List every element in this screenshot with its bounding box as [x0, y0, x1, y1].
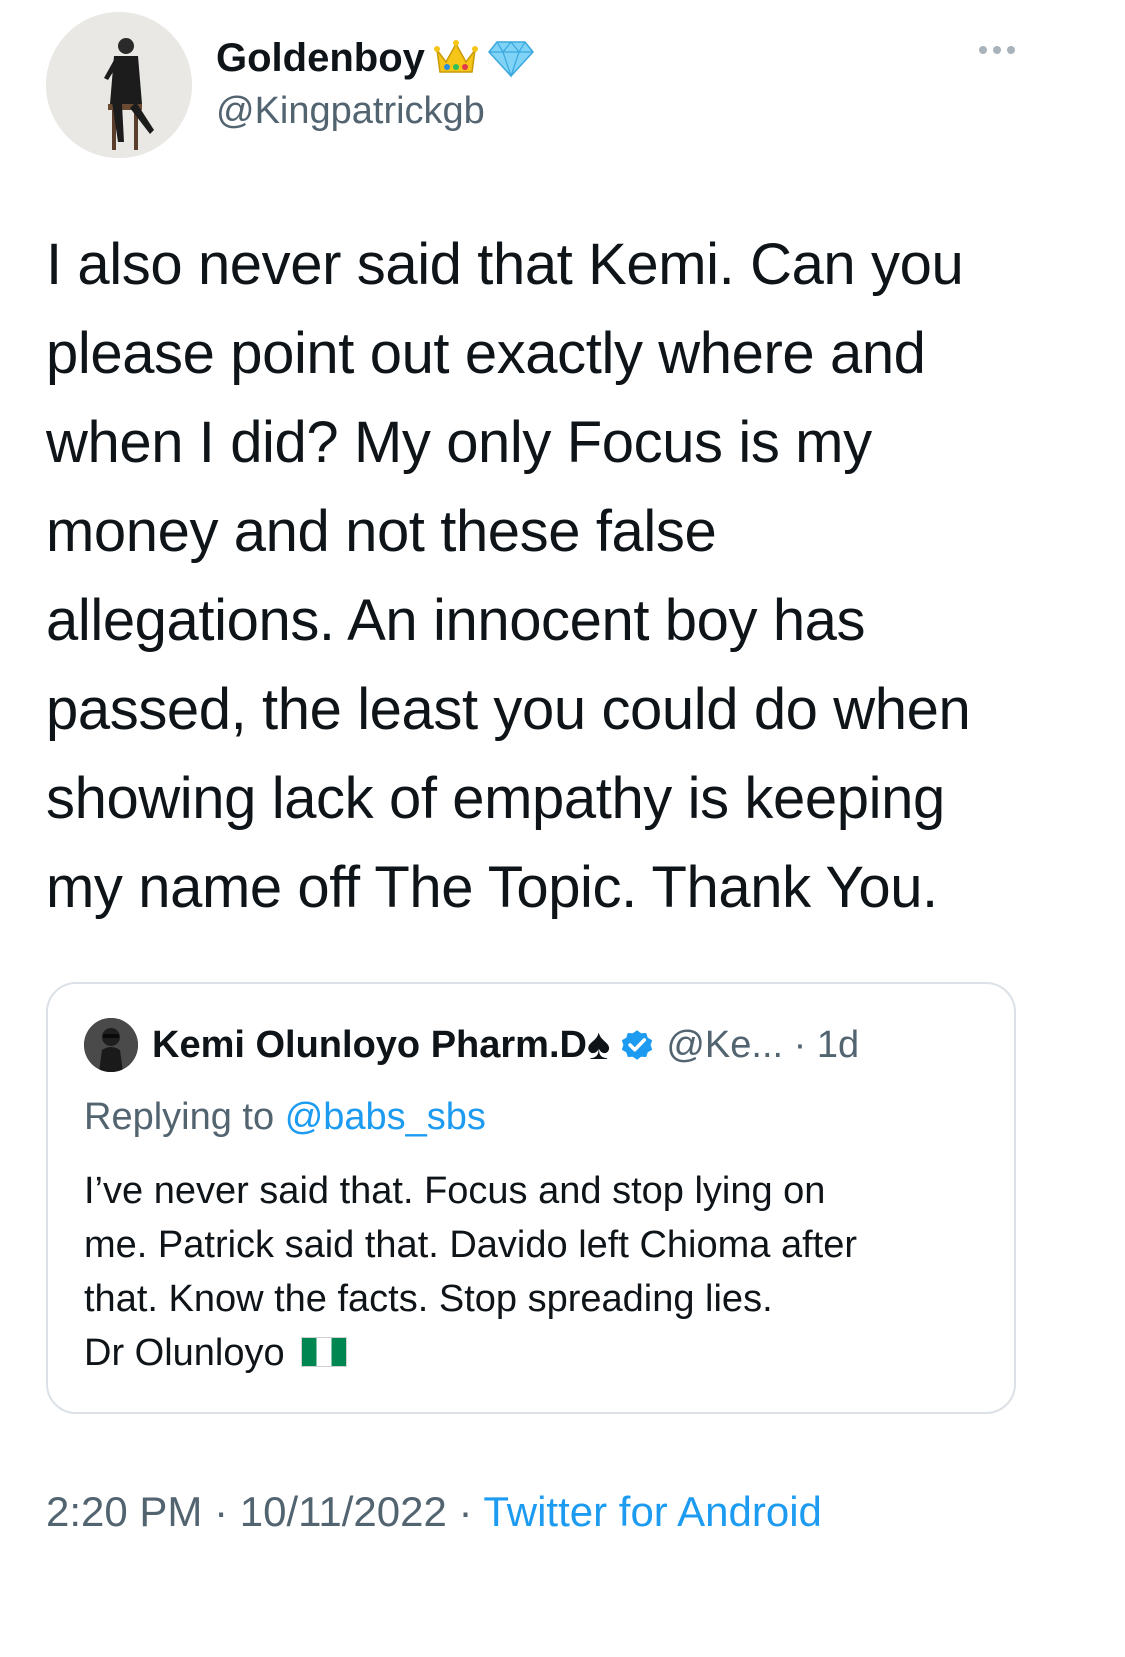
quoted-author-avatar[interactable]	[84, 1018, 138, 1072]
replying-to-handle-link[interactable]: @babs_sbs	[285, 1096, 486, 1138]
gem-icon	[487, 41, 534, 78]
tweet-date[interactable]: 10/11/2022	[240, 1488, 447, 1535]
tweet-source-link[interactable]: Twitter for Android	[483, 1488, 821, 1535]
author-display-name[interactable]: Goldenboy	[216, 34, 535, 82]
crown-icon	[433, 40, 478, 73]
verified-badge-icon	[618, 1026, 656, 1064]
footer-separator: ·	[202, 1488, 240, 1535]
author-avatar[interactable]	[46, 12, 192, 158]
author-name-text: Goldenboy	[216, 36, 425, 80]
replying-to: Replying to @babs_sbs	[84, 1094, 486, 1140]
quoted-tweet[interactable]: Kemi Olunloyo Pharm.D ♠ @Ke... · 1d Repl…	[46, 982, 1016, 1414]
replying-to-label: Replying to	[84, 1096, 275, 1138]
spade-icon: ♠	[586, 1020, 611, 1069]
more-options-icon[interactable]	[979, 46, 1015, 54]
tweet-time[interactable]: 2:20 PM	[46, 1488, 202, 1535]
tweet-meta-footer: 2:20 PM · 10/11/2022 · Twitter for Andro…	[46, 1486, 822, 1538]
quoted-author-name[interactable]: Kemi Olunloyo Pharm.D	[152, 1022, 587, 1068]
quoted-header: Kemi Olunloyo Pharm.D ♠ @Ke... · 1d	[152, 1022, 859, 1068]
quoted-handle-time: @Ke... · 1d	[666, 1024, 860, 1066]
author-handle[interactable]: @Kingpatrickgb	[216, 88, 485, 134]
quoted-text-body: I’ve never said that. Focus and stop lyi…	[84, 1170, 857, 1374]
tweet-text: I also never said that Kemi. Can you ple…	[46, 232, 971, 920]
footer-separator-2: ·	[446, 1488, 484, 1535]
quoted-tweet-text: I’ve never said that. Focus and stop lyi…	[84, 1164, 994, 1380]
nigeria-flag-icon	[300, 1337, 347, 1367]
